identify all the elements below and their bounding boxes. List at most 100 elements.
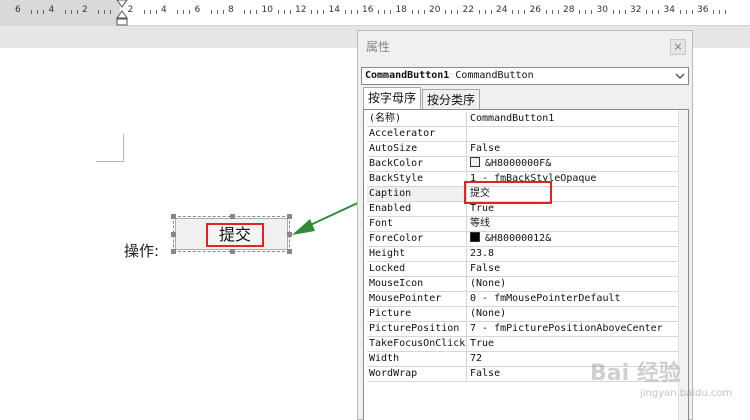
property-value[interactable] — [468, 127, 684, 141]
ruler-number: 4 — [48, 5, 55, 15]
ruler-number: 18 — [395, 5, 407, 15]
property-value[interactable]: 等线 — [468, 217, 684, 231]
property-name: WordWrap — [367, 367, 467, 381]
property-row[interactable]: AutoSize False — [367, 142, 685, 157]
object-type: CommandButton — [455, 70, 534, 81]
ruler-tick — [289, 10, 291, 14]
ruler-number: 20 — [429, 5, 441, 15]
ruler-tick — [524, 10, 525, 14]
property-row[interactable]: Picture (None) — [367, 307, 685, 322]
property-row[interactable]: TakeFocusOnClick True — [367, 337, 685, 352]
property-row[interactable]: (名称) CommandButton1 — [367, 112, 685, 127]
property-value-text: True — [470, 203, 495, 214]
resize-handle[interactable] — [171, 249, 176, 254]
property-name: TakeFocusOnClick — [369, 337, 467, 351]
property-value-text: (None) — [470, 308, 507, 319]
property-row[interactable]: MouseIcon (None) — [367, 277, 685, 292]
property-row[interactable]: Height 23.8 — [367, 247, 685, 262]
ruler-tick — [98, 10, 99, 14]
ruler-tick — [183, 10, 184, 14]
ruler-tick — [451, 10, 452, 14]
caption-highlight-box — [464, 181, 552, 204]
ruler-tick — [512, 10, 513, 14]
property-name: PicturePosition — [367, 322, 467, 336]
ruler-tick — [43, 10, 44, 14]
property-row[interactable]: Locked False — [367, 262, 685, 277]
property-row[interactable]: BackColor &H8000000F& — [367, 157, 685, 172]
resize-handle[interactable] — [230, 249, 235, 254]
ruler-tick — [277, 10, 279, 14]
ruler-tick — [384, 10, 385, 14]
ruler-tick — [445, 10, 446, 14]
ruler-tick — [37, 10, 38, 14]
ruler-tick — [691, 10, 693, 14]
watermark-logo: Bai 经验 — [590, 361, 681, 386]
property-value[interactable]: (None) — [468, 307, 684, 321]
ruler-tick — [679, 10, 681, 14]
property-row[interactable]: MousePointer 0 - fmMousePointerDefault — [367, 292, 685, 307]
ruler-tick — [155, 10, 157, 14]
command-button[interactable]: 提交 — [171, 214, 292, 254]
ruler-tick — [250, 10, 251, 14]
ruler-tick — [256, 10, 257, 14]
color-swatch-icon — [470, 157, 480, 167]
resize-handle[interactable] — [171, 232, 176, 237]
ruler-tick — [31, 10, 32, 14]
button-caption: 提交 — [206, 223, 264, 247]
ruler-tick — [557, 10, 559, 14]
property-value-text: False — [470, 368, 501, 379]
property-value[interactable]: False — [468, 142, 684, 156]
resize-handle[interactable] — [287, 249, 292, 254]
horizontal-ruler[interactable]: 6 4 2 2 4 6 8 10 12 14 16 18 20 22 24 26 28 30 32 34 36 — [0, 0, 750, 26]
property-value[interactable]: &H8000000F& — [468, 157, 684, 171]
property-row[interactable]: PicturePosition 7 - fmPicturePositionAbov… — [367, 322, 685, 337]
tab-alphabetic[interactable]: 按字母序 — [363, 87, 422, 109]
property-value[interactable]: CommandButton1 — [468, 112, 684, 126]
property-value[interactable]: False — [468, 262, 684, 276]
ruler-tick — [222, 10, 224, 14]
property-value[interactable]: 23.8 — [468, 247, 684, 261]
property-value[interactable]: &H80000012& — [468, 232, 684, 246]
indent-marker-icon[interactable] — [116, 0, 128, 26]
ruler-number: 10 — [261, 5, 273, 15]
resize-handle[interactable] — [230, 214, 235, 219]
property-value[interactable]: (None) — [468, 277, 684, 291]
property-name: MousePointer — [367, 292, 467, 306]
ruler-number: 34 — [663, 5, 675, 15]
property-row[interactable]: Accelerator — [367, 127, 685, 142]
property-name: Font — [367, 217, 467, 231]
resize-handle[interactable] — [171, 214, 176, 219]
property-row[interactable]: Font 等线 — [367, 217, 685, 232]
ruler-tick — [317, 10, 318, 14]
object-select[interactable]: CommandButton1 CommandButton — [361, 67, 689, 85]
ruler-tick — [484, 10, 486, 14]
property-value[interactable]: True — [468, 202, 684, 216]
ruler-number: 12 — [295, 5, 307, 15]
annotation-arrow-icon — [292, 200, 363, 235]
property-name: BackStyle — [367, 172, 467, 186]
property-row[interactable]: Enabled True — [367, 202, 685, 217]
property-value[interactable]: True — [468, 337, 684, 351]
property-value[interactable]: 7 - fmPicturePositionAboveCenter — [468, 322, 684, 336]
tab-categorized[interactable]: 按分类序 — [422, 89, 481, 109]
ruler-tick — [189, 10, 190, 14]
property-name: ForeColor — [367, 232, 467, 246]
ruler-tick — [545, 10, 547, 14]
ruler-tick — [177, 10, 178, 14]
ruler-number: 14 — [328, 5, 340, 15]
ruler-tick — [110, 10, 111, 14]
ruler-tick — [216, 10, 218, 14]
property-value-text: 等线 — [470, 218, 490, 229]
ruler-tick — [713, 10, 714, 14]
chevron-down-icon[interactable] — [674, 68, 686, 84]
property-value[interactable]: 0 - fmMousePointerDefault — [468, 292, 684, 306]
property-name: Width — [367, 352, 467, 366]
ruler-tick — [579, 10, 580, 14]
ruler-tick — [423, 10, 425, 14]
ruler-tick — [356, 10, 358, 14]
ruler-tick — [64, 10, 66, 14]
close-icon[interactable]: × — [670, 39, 686, 55]
property-row[interactable]: ForeColor &H80000012& — [367, 232, 685, 247]
ruler-tick — [350, 10, 352, 14]
ruler-tick — [652, 10, 653, 14]
